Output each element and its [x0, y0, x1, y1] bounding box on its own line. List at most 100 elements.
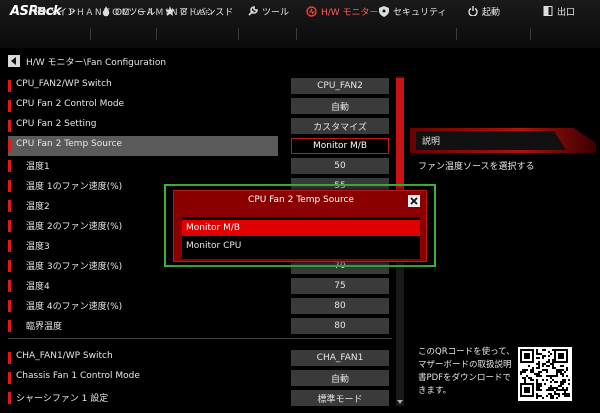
shield-icon [378, 5, 389, 17]
setting-label: 温度 1のファン速度(%) [26, 182, 123, 192]
tab-hw-monitor[interactable]: H/W モニター [306, 0, 379, 22]
list-icon [34, 6, 45, 17]
tab-boot-label: 起動 [482, 7, 501, 18]
popup-option-label: Monitor M/B [186, 223, 241, 233]
temp-source-popup: CPU Fan 2 Temp Source Monitor M/B Monito… [173, 190, 427, 262]
breadcrumb-path: H/W モニター\Fan Configuration [26, 57, 167, 68]
tab-advanced[interactable]: アドバンスド [164, 0, 233, 22]
nav-divider [296, 28, 297, 40]
setting-label: 温度 3のファン速度(%) [26, 262, 123, 272]
setting-label: CPU Fan 2 Setting [16, 119, 97, 129]
tab-tool-label: ツール [262, 7, 290, 18]
setting-value[interactable]: カスタマイズ [291, 118, 389, 134]
setting-value[interactable]: 75 [291, 278, 389, 294]
star-icon [164, 6, 175, 17]
flame-icon [100, 5, 111, 17]
setting-row[interactable]: CPU Fan 2 Setting カスタマイズ [0, 116, 395, 136]
hw-monitor-icon [306, 5, 317, 17]
setting-row[interactable]: 温度1 50 [0, 156, 395, 176]
row-marker [8, 280, 11, 292]
tab-tool[interactable]: ツール [247, 0, 289, 22]
tab-hw-monitor-label: H/W モニター [321, 7, 379, 18]
popup-title: CPU Fan 2 Temp Source [248, 195, 354, 205]
setting-row[interactable]: シャーシファン 1 設定 標準モード [0, 388, 395, 408]
setting-value[interactable]: 標準モード [291, 390, 389, 406]
setting-label: シャーシファン 1 設定 [16, 394, 109, 404]
setting-row[interactable]: CPU_FAN2/WP Switch CPU_FAN2 [0, 76, 395, 96]
row-marker [8, 120, 11, 132]
close-icon [410, 197, 418, 205]
description-title: 説明 [422, 137, 441, 147]
popup-option-monitor-mb[interactable]: Monitor M/B [182, 220, 420, 236]
setting-label: 温度1 [26, 162, 50, 172]
tab-oc[interactable]: OCツール [100, 0, 155, 22]
qr-instructions: このQRコードを使って、マザーボードの取扱説明書PDFをダウンロードできます。 [418, 347, 515, 396]
tab-boot[interactable]: 起動 [467, 0, 500, 22]
setting-label: 温度4 [26, 282, 50, 292]
setting-value[interactable]: 自動 [291, 370, 389, 386]
back-arrow-icon [11, 57, 16, 65]
setting-label: Chassis Fan 1 Control Mode [16, 371, 140, 381]
setting-row[interactable]: 温度4 75 [0, 276, 395, 296]
row-marker [8, 220, 11, 232]
description-text: ファン温度ソースを選択する [418, 162, 535, 172]
setting-row[interactable]: CPU Fan 2 Control Mode 自動 [0, 96, 395, 116]
section-divider [8, 338, 392, 339]
setting-value[interactable]: 80 [291, 318, 389, 334]
nav-divider [90, 28, 91, 40]
setting-label: CPU Fan 2 Temp Source [16, 139, 122, 149]
setting-value[interactable]: 80 [291, 298, 389, 314]
tab-exit-label: 出口 [557, 7, 576, 18]
setting-label: 温度 4のファン速度(%) [26, 302, 123, 312]
qr-code-icon [518, 347, 572, 401]
tab-main-label: メイン [49, 7, 77, 18]
setting-row[interactable]: CHA_FAN1/WP Switch CHA_FAN1 [0, 348, 395, 368]
row-marker [8, 320, 11, 332]
setting-value[interactable]: Monitor M/B [291, 138, 389, 154]
description-panel: 説明 ファン温度ソースを選択する [410, 128, 596, 248]
setting-label: 温度 2のファン速度(%) [26, 222, 123, 232]
tab-advanced-label: アドバンスド [179, 7, 234, 18]
setting-value[interactable]: 自動 [291, 98, 389, 114]
nav-divider [530, 28, 531, 40]
setting-row[interactable]: 温度 4のファン速度(%) 80 [0, 296, 395, 316]
setting-label: 温度3 [26, 242, 50, 252]
setting-row[interactable]: CPU Fan 2 Temp Source Monitor M/B [0, 136, 395, 156]
setting-label: CPU Fan 2 Control Mode [16, 99, 125, 109]
setting-label: 臨界温度 [26, 322, 63, 332]
setting-label: CPU_FAN2/WP Switch [16, 79, 112, 89]
setting-value[interactable]: CHA_FAN1 [291, 350, 389, 366]
setting-row[interactable]: 臨界温度 80 [0, 316, 395, 336]
row-marker [8, 372, 11, 384]
popup-option-list: Monitor M/B Monitor CPU [182, 217, 420, 259]
tab-exit[interactable]: 出口 [542, 0, 575, 22]
row-marker [8, 200, 11, 212]
row-marker [8, 80, 11, 92]
row-marker [8, 100, 11, 112]
row-marker [8, 260, 11, 272]
nav-divider [456, 28, 457, 40]
scroll-down-arrow-icon[interactable] [396, 398, 404, 406]
tab-security[interactable]: セキュリティ [378, 0, 446, 22]
row-marker [8, 300, 11, 312]
setting-row[interactable]: Chassis Fan 1 Control Mode 自動 [0, 368, 395, 388]
setting-value[interactable]: CPU_FAN2 [291, 78, 389, 94]
nav-divider [238, 28, 239, 40]
popup-option-monitor-cpu[interactable]: Monitor CPU [182, 238, 420, 254]
setting-value[interactable]: 50 [291, 158, 389, 174]
setting-label: CHA_FAN1/WP Switch [16, 351, 113, 361]
top-header: ASRock PHANTOM GAMING UEFI メイン OCツール アドバ… [0, 0, 600, 48]
power-icon [467, 6, 478, 17]
popup-close-button[interactable] [408, 195, 420, 207]
row-marker [8, 392, 11, 404]
tab-main[interactable]: メイン [34, 0, 76, 22]
popup-option-label: Monitor CPU [186, 241, 242, 251]
nav-divider [156, 28, 157, 40]
back-button[interactable] [8, 55, 20, 67]
breadcrumb: H/W モニター\Fan Configuration [8, 54, 166, 68]
tab-oc-label: OCツール [115, 7, 156, 18]
setting-label: 温度2 [26, 202, 50, 212]
row-marker [8, 180, 11, 192]
row-marker [8, 140, 11, 152]
row-marker [8, 240, 11, 252]
